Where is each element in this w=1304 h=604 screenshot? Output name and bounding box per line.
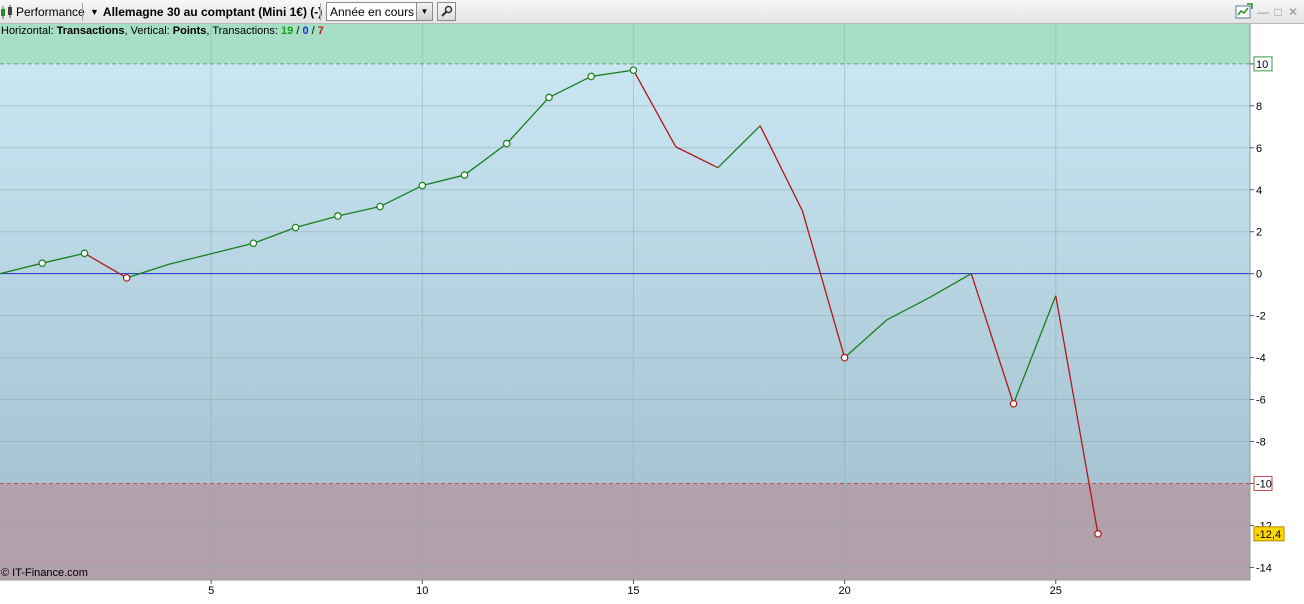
settings-button[interactable]	[437, 2, 456, 21]
x-axis-background	[0, 580, 1304, 604]
x-tick-label: 10	[416, 585, 428, 597]
maximize-icon[interactable]: □	[1271, 4, 1285, 20]
trade-marker[interactable]	[502, 139, 511, 148]
y-tick-label: 4	[1256, 185, 1262, 197]
y-tick-label: 10	[1256, 59, 1268, 71]
vertical-label: , Vertical:	[124, 25, 173, 37]
trade-marker[interactable]	[587, 72, 596, 81]
trade-marker[interactable]	[376, 202, 384, 211]
transactions-label: , Transactions:	[206, 25, 282, 37]
info-bar: Horizontal: Transactions, Vertical: Poin…	[1, 25, 324, 37]
y-tick-label: -2	[1256, 311, 1266, 323]
y-tick-label: 2	[1256, 227, 1262, 239]
period-select-value: Année en cours	[330, 5, 415, 19]
instrument-selector[interactable]: ▼ Allemagne 30 au comptant (Mini 1€) (-)	[90, 0, 322, 24]
y-tick-label: -4	[1256, 353, 1266, 365]
y-tick-label: -10	[1256, 478, 1272, 490]
horizontal-value: Transactions	[56, 25, 125, 37]
y-tick-label: 0	[1256, 269, 1262, 281]
y-tick-label: -14	[1256, 562, 1272, 574]
y-tick-label: -8	[1256, 437, 1266, 449]
vertical-value: Points	[172, 25, 207, 37]
y-tick-label: 6	[1256, 143, 1262, 155]
y-tick-label: -6	[1256, 395, 1266, 407]
performance-chart[interactable]: -14-12-10-8-6-4-20246810 510152025 -12,4	[0, 24, 1304, 604]
win-count: 19	[281, 25, 294, 37]
trade-marker[interactable]	[418, 181, 427, 190]
horizontal-label: Horizontal:	[1, 25, 57, 37]
x-tick-label: 25	[1050, 585, 1062, 597]
y-tick-label: 8	[1256, 101, 1262, 113]
close-icon[interactable]: ✕	[1286, 4, 1300, 20]
trade-marker[interactable]	[122, 274, 131, 282]
trade-marker[interactable]	[334, 212, 342, 220]
performance-label: Performance	[16, 5, 85, 19]
lower-threshold-zone	[0, 483, 1250, 580]
minimize-icon[interactable]: —	[1256, 4, 1270, 20]
dropdown-arrow-icon: ▼	[90, 7, 99, 17]
period-select[interactable]: Année en cours ▼	[326, 2, 433, 21]
trade-marker[interactable]	[80, 249, 89, 258]
trade-marker[interactable]	[1094, 530, 1102, 538]
trade-marker[interactable]	[629, 66, 638, 74]
trade-marker[interactable]	[291, 223, 300, 232]
trade-marker[interactable]	[545, 93, 553, 102]
trade-marker[interactable]	[249, 239, 258, 248]
toolbar-separator	[82, 3, 83, 21]
trade-marker[interactable]	[840, 353, 849, 362]
trade-marker[interactable]	[1009, 399, 1018, 408]
loss-count: 7	[317, 25, 324, 37]
copyright-text: © IT-Finance.com	[1, 567, 88, 579]
toolbar: Performance ▼ Allemagne 30 au comptant (…	[0, 0, 1304, 24]
last-value-badge: -12,4	[1253, 526, 1285, 542]
toolbar-separator	[320, 3, 321, 21]
trade-marker[interactable]	[460, 171, 469, 179]
x-tick-label: 20	[838, 585, 850, 597]
x-tick-label: 5	[208, 585, 214, 597]
candlestick-icon	[1, 5, 12, 19]
instrument-label: Allemagne 30 au comptant (Mini 1€) (-)	[102, 5, 323, 19]
chart-export-button[interactable]	[1234, 2, 1253, 21]
chevron-down-icon[interactable]: ▼	[416, 3, 432, 20]
trade-marker[interactable]	[38, 259, 47, 267]
chart-image-icon	[1235, 2, 1253, 18]
slash-separator: /	[308, 25, 318, 37]
wrench-icon	[441, 5, 453, 17]
x-tick-label: 15	[627, 585, 639, 597]
performance-tab[interactable]: Performance	[0, 0, 85, 24]
last-value-text: -12,4	[1256, 529, 1281, 541]
